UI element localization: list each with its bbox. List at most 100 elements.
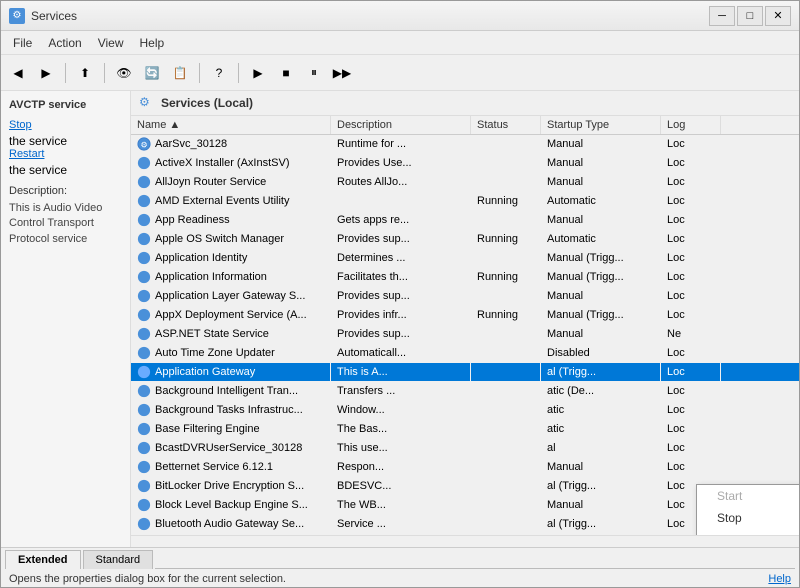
- cell-startup: Disabled: [541, 344, 661, 362]
- cell-name: Auto Time Zone Updater: [131, 344, 331, 362]
- col-status[interactable]: Status: [471, 116, 541, 134]
- context-stop[interactable]: Stop: [697, 507, 799, 529]
- cell-desc: Facilitates th...: [331, 268, 471, 286]
- table-row[interactable]: Background Intelligent Tran... Transfers…: [131, 382, 799, 401]
- cell-desc: Respon...: [331, 458, 471, 476]
- context-start[interactable]: Start: [697, 485, 799, 507]
- description-text: This is Audio Video Control Transport Pr…: [9, 201, 122, 247]
- cell-startup: Manual: [541, 325, 661, 343]
- cell-desc: Transfers ...: [331, 382, 471, 400]
- col-name[interactable]: Name ▲: [131, 116, 331, 134]
- cell-startup: Manual: [541, 458, 661, 476]
- toolbar-export[interactable]: 📋: [167, 60, 193, 86]
- toolbar-help[interactable]: ?: [206, 60, 232, 86]
- description-label: Description:: [9, 185, 122, 197]
- table-row[interactable]: AppX Deployment Service (A... Provides i…: [131, 306, 799, 325]
- menu-action[interactable]: Action: [40, 34, 89, 52]
- table-row[interactable]: Auto Time Zone Updater Automaticall... D…: [131, 344, 799, 363]
- cell-status: [471, 325, 541, 343]
- toolbar-show-hide[interactable]: 👁: [111, 60, 137, 86]
- table-row[interactable]: Apple OS Switch Manager Provides sup... …: [131, 230, 799, 249]
- cell-desc-selected: This is A...: [331, 363, 471, 381]
- table-row[interactable]: Application Information Facilitates th..…: [131, 268, 799, 287]
- help-text[interactable]: Help: [768, 573, 791, 585]
- table-row[interactable]: Application Layer Gateway S... Provides …: [131, 287, 799, 306]
- service-icon: [137, 384, 151, 398]
- cell-desc: The Bas...: [331, 420, 471, 438]
- service-icon: [137, 213, 151, 227]
- cell-desc: Automaticall...: [331, 344, 471, 362]
- cell-name: Application Information: [131, 268, 331, 286]
- menu-file[interactable]: File: [5, 34, 40, 52]
- table-row[interactable]: App Readiness Gets apps re... Manual Loc: [131, 211, 799, 230]
- cell-desc: This use...: [331, 439, 471, 457]
- horizontal-scrollbar[interactable]: [131, 535, 799, 547]
- window-controls: ─ □ ✕: [709, 6, 791, 26]
- service-icon: [137, 346, 151, 360]
- service-icon: [137, 251, 151, 265]
- cell-startup: atic: [541, 401, 661, 419]
- main-panel: ⚙ Services (Local) Name ▲ Description St…: [131, 91, 799, 547]
- table-row[interactable]: Betternet Service 6.12.1 Respon... Manua…: [131, 458, 799, 477]
- table-row[interactable]: ActiveX Installer (AxInstSV) Provides Us…: [131, 154, 799, 173]
- table-row[interactable]: ASP.NET State Service Provides sup... Ma…: [131, 325, 799, 344]
- cell-startup: Manual (Trigg...: [541, 306, 661, 324]
- menu-view[interactable]: View: [90, 34, 132, 52]
- maximize-button[interactable]: □: [737, 6, 763, 26]
- left-panel: AVCTP service Stop the service Restart t…: [1, 91, 131, 547]
- cell-status: [471, 135, 541, 153]
- cell-name: BitLocker Drive Encryption S...: [131, 477, 331, 495]
- cell-status: [471, 154, 541, 172]
- cell-log: Loc: [661, 249, 721, 267]
- cell-startup: al (Trigg...: [541, 477, 661, 495]
- stop-link[interactable]: Stop: [9, 119, 122, 131]
- toolbar-stop[interactable]: ■: [273, 60, 299, 86]
- tab-standard[interactable]: Standard: [83, 550, 154, 569]
- cell-status: [471, 477, 541, 495]
- col-startup[interactable]: Startup Type: [541, 116, 661, 134]
- toolbar-back[interactable]: ◀: [5, 60, 31, 86]
- service-icon: [137, 194, 151, 208]
- minimize-button[interactable]: ─: [709, 6, 735, 26]
- cell-desc: Provides sup...: [331, 287, 471, 305]
- service-icon: [137, 498, 151, 512]
- cell-startup: Manual: [541, 173, 661, 191]
- toolbar-resume[interactable]: ▶▶: [329, 60, 355, 86]
- cell-status: Running: [471, 230, 541, 248]
- col-log[interactable]: Log: [661, 116, 721, 134]
- service-icon: [137, 270, 151, 284]
- cell-name-selected: Application Gateway: [131, 363, 331, 381]
- table-row[interactable]: Background Tasks Infrastruc... Window...…: [131, 401, 799, 420]
- restart-link[interactable]: Restart: [9, 148, 122, 160]
- table-row[interactable]: Application Identity Determines ... Manu…: [131, 249, 799, 268]
- main-window: ⚙ Services ─ □ ✕ File Action View Help ◀…: [0, 0, 800, 588]
- cell-startup-selected: al (Trigg...: [541, 363, 661, 381]
- table-row[interactable]: ⚙ AarSvc_30128 Runtime for ... Manual Lo…: [131, 135, 799, 154]
- table-row[interactable]: BcastDVRUserService_30128 This use... al…: [131, 439, 799, 458]
- cell-log: Loc: [661, 306, 721, 324]
- table-row[interactable]: Base Filtering Engine The Bas... atic Lo…: [131, 420, 799, 439]
- toolbar-pause[interactable]: ⏸: [301, 60, 327, 86]
- table-row[interactable]: AMD External Events Utility Running Auto…: [131, 192, 799, 211]
- close-button[interactable]: ✕: [765, 6, 791, 26]
- cell-startup: Manual: [541, 211, 661, 229]
- toolbar-up[interactable]: ⬆: [72, 60, 98, 86]
- toolbar-refresh[interactable]: 🔄: [139, 60, 165, 86]
- panel-header: ⚙ Services (Local): [131, 91, 799, 116]
- toolbar-start[interactable]: ▶: [245, 60, 271, 86]
- cell-name: AMD External Events Utility: [131, 192, 331, 210]
- tab-bar: Extended Standard: [1, 548, 799, 571]
- cell-name: Betternet Service 6.12.1: [131, 458, 331, 476]
- cell-desc: Service ...: [331, 515, 471, 532]
- cell-log: Loc: [661, 192, 721, 210]
- cell-name: AllJoyn Router Service: [131, 173, 331, 191]
- tab-extended[interactable]: Extended: [5, 550, 81, 569]
- col-description[interactable]: Description: [331, 116, 471, 134]
- stop-suffix: the service: [9, 134, 67, 148]
- cell-name: Background Intelligent Tran...: [131, 382, 331, 400]
- table-row-selected[interactable]: Application Gateway This is A... al (Tri…: [131, 363, 799, 382]
- cell-log: Loc: [661, 382, 721, 400]
- menu-help[interactable]: Help: [132, 34, 173, 52]
- table-row[interactable]: AllJoyn Router Service Routes AllJo... M…: [131, 173, 799, 192]
- toolbar-forward[interactable]: ▶: [33, 60, 59, 86]
